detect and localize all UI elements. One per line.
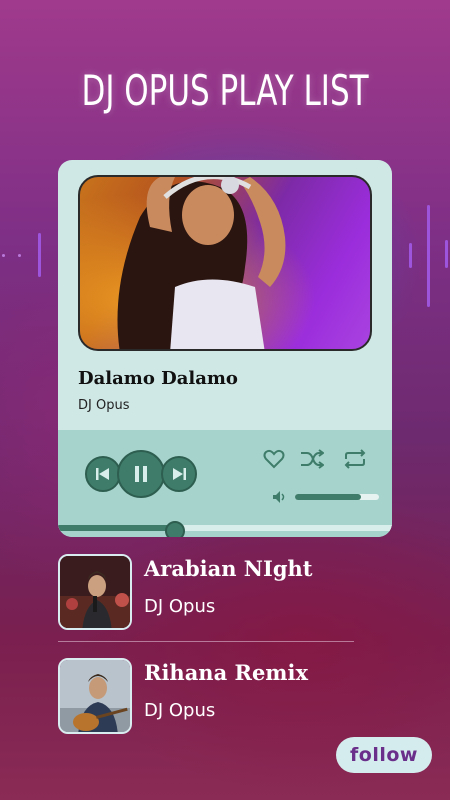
album-art (78, 175, 372, 351)
shuffle-icon (301, 449, 324, 469)
volume-button[interactable] (272, 489, 288, 505)
track-thumbnail (58, 658, 132, 734)
wave-dot (18, 254, 21, 257)
volume-icon (273, 491, 285, 503)
track-title: Arabian NIght (144, 556, 313, 581)
next-icon (173, 468, 186, 480)
track-title: Dalamo Dalamo (78, 368, 238, 389)
next-button[interactable] (161, 456, 197, 492)
wave-line (38, 233, 41, 277)
repeat-button[interactable] (342, 448, 368, 470)
singer-photo (60, 556, 130, 628)
wave-line (445, 240, 448, 268)
album-art-image (80, 177, 370, 349)
list-item[interactable]: Rihana Remix DJ Opus (58, 658, 358, 734)
heart-icon (263, 449, 285, 469)
pause-icon (135, 466, 147, 482)
wave-line (409, 243, 412, 268)
now-playing-card: Dalamo Dalamo DJ Opus (58, 160, 392, 537)
page-title: DJ OPUS PLAY LIST (81, 66, 369, 115)
guitarist-photo (60, 660, 130, 732)
pause-button[interactable] (117, 450, 165, 498)
track-artist: DJ Opus (144, 596, 216, 617)
previous-icon (96, 468, 109, 480)
track-title: Rihana Remix (144, 660, 309, 685)
progress-bar[interactable] (58, 525, 392, 531)
track-artist: DJ Opus (78, 398, 130, 413)
shuffle-button[interactable] (299, 448, 325, 470)
list-item[interactable]: Arabian NIght DJ Opus (58, 554, 358, 630)
progress-handle[interactable] (164, 521, 185, 537)
volume-slider[interactable] (295, 494, 379, 500)
track-artist: DJ Opus (144, 700, 216, 721)
wave-dot (2, 254, 5, 257)
like-button[interactable] (262, 448, 286, 470)
divider (58, 641, 354, 642)
wave-line (427, 205, 430, 307)
repeat-icon (344, 449, 366, 469)
follow-button[interactable]: follow (336, 737, 432, 773)
volume-level (295, 494, 361, 500)
track-thumbnail (58, 554, 132, 630)
previous-button[interactable] (85, 456, 121, 492)
progress-fill (58, 525, 175, 531)
